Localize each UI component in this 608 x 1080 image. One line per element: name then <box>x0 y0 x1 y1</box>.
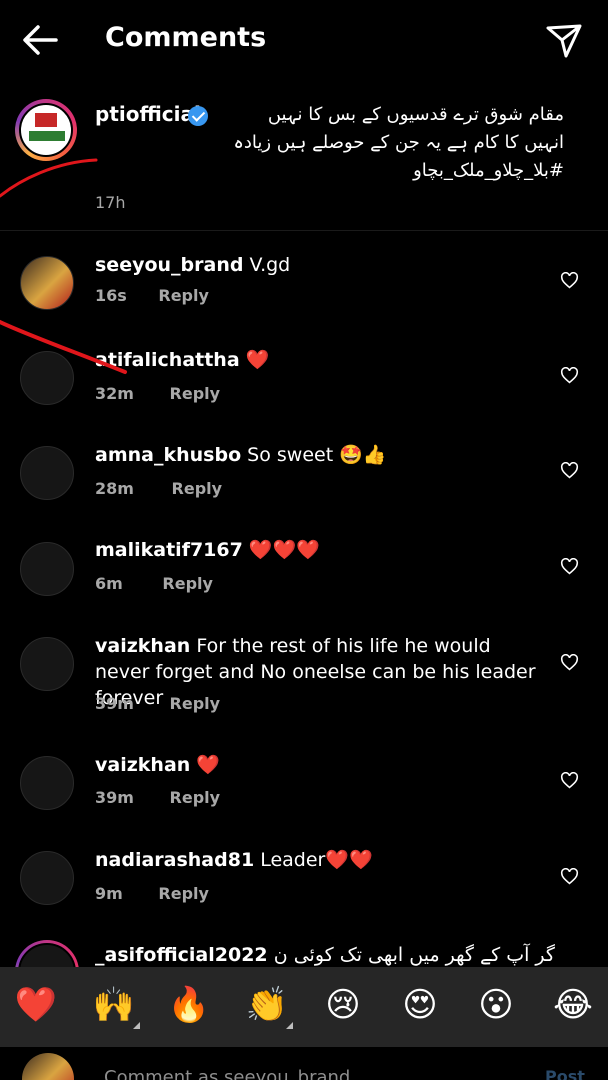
emoji-clap-button[interactable]: 👏 <box>245 985 293 1029</box>
emoji-heart-button[interactable]: ❤️ <box>14 985 58 1025</box>
like-heart-icon[interactable] <box>560 462 579 479</box>
page-title: Comments <box>105 22 267 53</box>
like-heart-icon[interactable] <box>560 272 579 289</box>
like-heart-icon[interactable] <box>560 868 579 885</box>
comment-username[interactable]: nadiarashad81 <box>95 849 254 871</box>
comment-body: V.gd <box>249 254 291 276</box>
caption-username[interactable]: ptiofficial <box>95 102 201 126</box>
emoji-raised-hands-button[interactable]: 🙌 <box>92 985 140 1029</box>
avatar[interactable] <box>20 851 74 905</box>
comment-username[interactable]: atifalichattha <box>95 349 240 371</box>
post-button[interactable]: Post <box>545 1067 585 1080</box>
comment-body: So sweet 🤩👍 <box>247 444 387 466</box>
comment-input-bar: Comment as seeyou_brand... Post <box>0 1047 608 1080</box>
emoji-heart-eyes-button[interactable]: 😍 <box>398 985 442 1025</box>
comment-body: ❤️ <box>245 349 270 371</box>
comment-meta: 28m Reply <box>95 479 222 498</box>
emoji-label: 🙌 <box>92 985 136 1025</box>
comment-time: 28m <box>95 479 134 498</box>
emoji-label: 👏 <box>245 985 289 1025</box>
caption-line: انہیں کا کام ہے یہ جن کے حوصلے ہیں زیادہ <box>233 132 564 153</box>
comment-meta: 6m Reply <box>95 574 213 593</box>
avatar[interactable] <box>20 756 74 810</box>
pti-logo-icon <box>19 103 73 157</box>
like-heart-icon[interactable] <box>560 654 579 671</box>
back-arrow-icon[interactable] <box>20 22 60 58</box>
comment-time: 32m <box>95 384 134 403</box>
like-heart-icon[interactable] <box>560 367 579 384</box>
avatar[interactable] <box>20 446 74 500</box>
comment-body: ❤️❤️❤️ <box>248 539 320 561</box>
like-heart-icon[interactable] <box>560 558 579 575</box>
comment-body: Leader❤️❤️ <box>260 849 373 871</box>
avatar[interactable] <box>20 256 74 310</box>
caption-avatar[interactable] <box>15 99 77 161</box>
reply-button[interactable]: Reply <box>158 884 209 903</box>
comment-text: nadiarashad81 Leader❤️❤️ <box>95 847 545 873</box>
comment-time: 39m <box>95 788 134 807</box>
reply-button[interactable]: Reply <box>162 574 213 593</box>
emoji-quick-bar: ❤️ 🙌 🔥 👏 😢 😍 😮 😂 <box>0 967 608 1047</box>
comment-meta: 39m Reply <box>95 788 220 807</box>
verified-badge-icon <box>188 106 208 126</box>
header-bar: Comments <box>0 0 608 80</box>
avatar[interactable] <box>20 637 74 691</box>
avatar[interactable] <box>20 542 74 596</box>
comment-username[interactable]: vaizkhan <box>95 754 190 776</box>
comment-username[interactable]: _asifofficial2022 <box>95 944 268 966</box>
comment-text: vaizkhan ❤️ <box>95 752 545 778</box>
emoji-laughing-button[interactable]: 😂 <box>551 985 595 1025</box>
comment-input[interactable]: Comment as seeyou_brand... <box>104 1067 368 1080</box>
avatar <box>22 1053 74 1080</box>
comment-time: 6m <box>95 574 123 593</box>
comment-body: اگر آپ کے گھر میں ابھی تک کوئی ن <box>273 944 555 966</box>
comment-meta: 9m Reply <box>95 884 209 903</box>
reply-button[interactable]: Reply <box>170 694 221 713</box>
comment-username[interactable]: vaizkhan <box>95 635 190 657</box>
comment-time: 9m <box>95 884 123 903</box>
comment-meta: 32m Reply <box>95 384 220 403</box>
caption-timestamp: 17h <box>95 193 126 212</box>
comment-username[interactable]: malikatif7167 <box>95 539 243 561</box>
post-caption: ptiofficial مقام شوق ترے قدسیوں کے بس کا… <box>0 96 608 231</box>
comment-meta: 16s Reply <box>95 286 209 305</box>
reply-button[interactable]: Reply <box>172 479 223 498</box>
comment-text: amna_khusbo So sweet 🤩👍 <box>95 442 545 468</box>
caption-line: مقام شوق ترے قدسیوں کے بس کا نہیں <box>267 104 564 125</box>
reply-button[interactable]: Reply <box>170 788 221 807</box>
comment-text: seeyou_brand V.gd <box>95 252 545 278</box>
emoji-surprised-button[interactable]: 😮 <box>474 985 518 1025</box>
reply-button[interactable]: Reply <box>170 384 221 403</box>
comment-text: malikatif7167 ❤️❤️❤️ <box>95 537 545 563</box>
comment-username[interactable]: amna_khusbo <box>95 444 241 466</box>
reply-button[interactable]: Reply <box>158 286 209 305</box>
caption-hashtag[interactable]: #بلا_چلاو_ملک_بچاو <box>413 160 564 181</box>
comment-time: 39m <box>95 694 134 713</box>
avatar[interactable] <box>20 351 74 405</box>
comment-meta: 39m Reply <box>95 694 220 713</box>
comment-text: atifalichattha ❤️ <box>95 347 545 373</box>
comment-username[interactable]: seeyou_brand <box>95 254 243 276</box>
direct-send-icon[interactable] <box>544 20 584 60</box>
comment-text: _asifofficial2022 اگر آپ کے گھر میں ابھی… <box>95 942 555 968</box>
emoji-fire-button[interactable]: 🔥 <box>167 985 211 1025</box>
comment-body: ❤️ <box>196 754 221 776</box>
comment-time: 16s <box>95 286 127 305</box>
emoji-crying-button[interactable]: 😢 <box>321 985 365 1025</box>
like-heart-icon[interactable] <box>560 772 579 789</box>
